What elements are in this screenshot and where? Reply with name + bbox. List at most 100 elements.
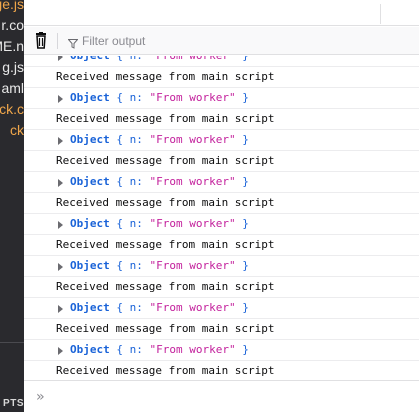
- object-brace-open: {: [109, 343, 130, 356]
- sidebar-divider: [0, 342, 24, 343]
- expand-arrow-icon[interactable]: [58, 263, 63, 271]
- object-preview[interactable]: Object { n: "From worker" }: [70, 214, 249, 234]
- object-keyword: Object: [70, 91, 110, 104]
- expand-arrow-icon[interactable]: [58, 179, 63, 187]
- expand-arrow-icon[interactable]: [58, 305, 63, 313]
- object-brace-close: }: [235, 91, 249, 104]
- expand-arrow-icon[interactable]: [58, 95, 63, 103]
- object-brace-close: }: [235, 133, 249, 146]
- object-preview[interactable]: Object { n: "From worker" }: [70, 256, 249, 276]
- console-log-message: Received message from main script: [24, 319, 419, 340]
- object-colon: :: [136, 91, 150, 104]
- sidebar-file-item[interactable]: aml: [1, 79, 24, 97]
- object-brace-close: }: [236, 56, 249, 62]
- object-keyword: Object: [70, 259, 110, 272]
- console-object-entry[interactable]: Object { n: "From worker" }: [24, 172, 419, 193]
- object-brace-open: {: [110, 56, 130, 62]
- object-brace-open: {: [109, 259, 130, 272]
- file-sidebar: ge.js r.co ME.n g.js aml ck.c ck PTS: [0, 0, 24, 412]
- object-brace-close: }: [235, 175, 249, 188]
- object-brace-open: {: [109, 91, 130, 104]
- object-brace-open: {: [109, 175, 130, 188]
- object-string-value: "From worker": [149, 175, 236, 188]
- console-object-entry[interactable]: Object { n: "From worker" }: [24, 340, 419, 361]
- sidebar-file-item[interactable]: r.co: [1, 16, 24, 34]
- devtools-topbar: [24, 0, 419, 26]
- console-object-entry[interactable]: Object { n: "From worker" }: [24, 214, 419, 235]
- object-keyword: Object: [70, 56, 110, 62]
- object-colon: :: [136, 56, 149, 62]
- console-input[interactable]: »: [24, 380, 419, 412]
- object-brace-close: }: [235, 343, 249, 356]
- expand-arrow-icon[interactable]: [58, 221, 63, 229]
- console-log-message: Received message from main script: [24, 361, 419, 380]
- object-string-value: "From worker": [149, 133, 236, 146]
- object-brace-close: }: [235, 301, 249, 314]
- object-keyword: Object: [70, 133, 110, 146]
- object-brace-open: {: [109, 301, 130, 314]
- object-preview[interactable]: Object { n: "From worker" }: [70, 298, 249, 318]
- object-preview[interactable]: Object { n: "From worker" }: [70, 56, 249, 66]
- toolbar-divider: [57, 33, 58, 49]
- console-toolbar: [24, 27, 419, 55]
- log-message-text: Received message from main script: [56, 154, 275, 167]
- object-keyword: Object: [70, 175, 110, 188]
- log-message-text: Received message from main script: [56, 196, 275, 209]
- object-preview[interactable]: Object { n: "From worker" }: [70, 130, 249, 150]
- console-object-entry[interactable]: Object { n: "From worker" }: [24, 88, 419, 109]
- object-colon: :: [136, 301, 150, 314]
- object-colon: :: [136, 217, 150, 230]
- console-object-entry[interactable]: Object { n: "From worker" }: [24, 130, 419, 151]
- object-string-value: "From worker": [150, 56, 236, 62]
- sidebar-file-item[interactable]: ck.c: [0, 100, 24, 118]
- sidebar-file-item[interactable]: g.js: [2, 58, 24, 76]
- console-log-message: Received message from main script: [24, 67, 419, 88]
- console-log-message: Received message from main script: [24, 151, 419, 172]
- console-output: Object { n: "From worker" } Received mess…: [24, 56, 419, 380]
- object-preview[interactable]: Object { n: "From worker" }: [70, 340, 249, 360]
- console-object-entry[interactable]: Object { n: "From worker" }: [24, 298, 419, 319]
- object-colon: :: [136, 259, 150, 272]
- object-keyword: Object: [70, 217, 110, 230]
- prompt-chevrons-icon: »: [36, 389, 45, 405]
- log-message-text: Received message from main script: [56, 364, 275, 377]
- sidebar-section-label: PTS: [3, 398, 24, 409]
- object-string-value: "From worker": [149, 217, 236, 230]
- console-panel: Object { n: "From worker" } Received mess…: [24, 0, 419, 412]
- log-message-text: Received message from main script: [56, 238, 275, 251]
- object-string-value: "From worker": [149, 343, 236, 356]
- object-brace-open: {: [109, 133, 130, 146]
- expand-arrow-icon[interactable]: [58, 347, 63, 355]
- console-object-entry[interactable]: Object { n: "From worker" }: [24, 256, 419, 277]
- filter-output-input[interactable]: [82, 32, 402, 50]
- trash-icon[interactable]: [33, 32, 49, 49]
- object-colon: :: [136, 175, 150, 188]
- expand-arrow-icon[interactable]: [58, 56, 63, 61]
- object-colon: :: [136, 133, 150, 146]
- object-string-value: "From worker": [149, 301, 236, 314]
- console-log-message: Received message from main script: [24, 277, 419, 298]
- object-keyword: Object: [70, 343, 110, 356]
- object-brace-close: }: [235, 259, 249, 272]
- expand-arrow-icon[interactable]: [58, 137, 63, 145]
- console-object-entry[interactable]: Object { n: "From worker" }: [24, 56, 419, 67]
- console-log-message: Received message from main script: [24, 109, 419, 130]
- console-log-message: Received message from main script: [24, 193, 419, 214]
- sidebar-file-item[interactable]: ck: [10, 121, 24, 139]
- object-string-value: "From worker": [149, 259, 236, 272]
- sidebar-file-item[interactable]: ME.n: [0, 37, 24, 55]
- log-message-text: Received message from main script: [56, 322, 275, 335]
- log-message-text: Received message from main script: [56, 112, 275, 125]
- console-log-message: Received message from main script: [24, 235, 419, 256]
- object-preview[interactable]: Object { n: "From worker" }: [70, 172, 249, 192]
- object-brace-open: {: [109, 217, 130, 230]
- log-message-text: Received message from main script: [56, 280, 275, 293]
- topbar-control[interactable]: [380, 4, 419, 24]
- object-colon: :: [136, 343, 150, 356]
- sidebar-file-item[interactable]: ge.js: [0, 0, 24, 13]
- filter-icon: [67, 36, 79, 49]
- log-message-text: Received message from main script: [56, 70, 275, 83]
- object-string-value: "From worker": [149, 91, 236, 104]
- object-preview[interactable]: Object { n: "From worker" }: [70, 88, 249, 108]
- object-brace-close: }: [235, 217, 249, 230]
